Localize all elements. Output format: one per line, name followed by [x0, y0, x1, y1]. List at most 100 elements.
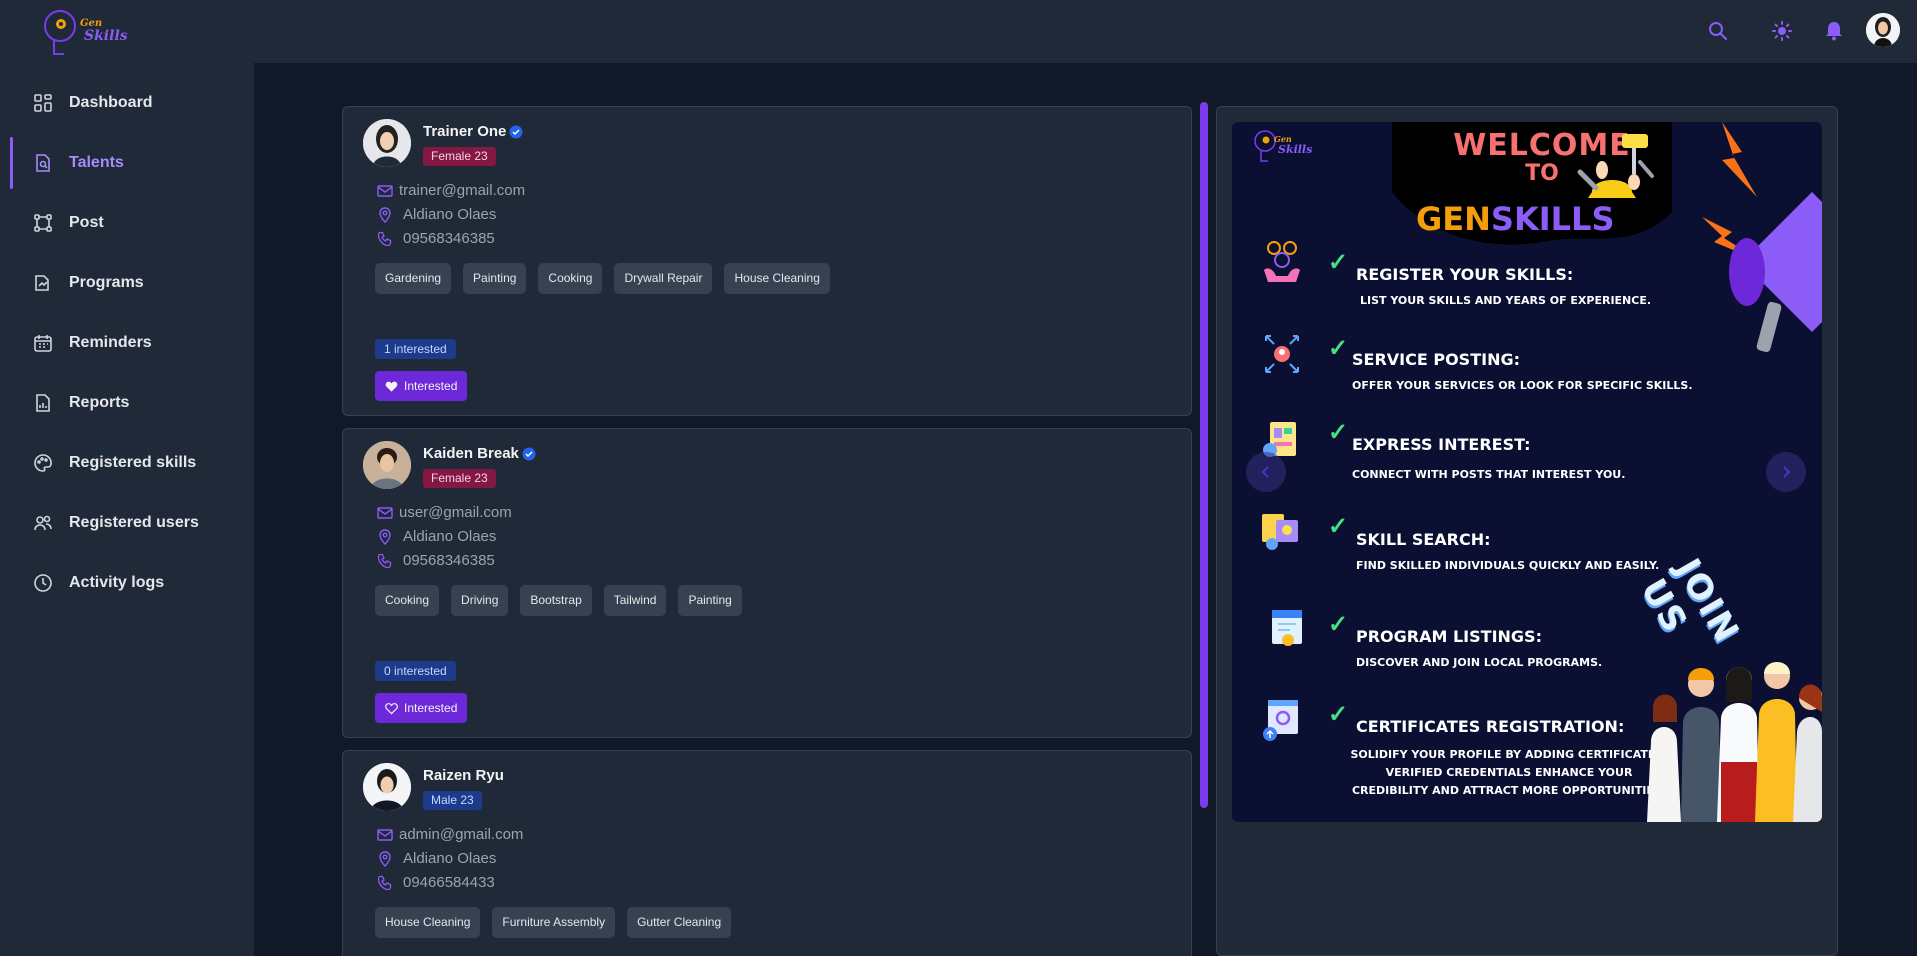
sidebar: Dashboard Talents Post Programs Reminder…: [0, 63, 254, 956]
tools-illustration: [1577, 134, 1654, 198]
location-pin-icon: [379, 206, 391, 223]
talent-name-row: Kaiden Break: [423, 445, 536, 462]
skill-tag: Gutter Cleaning: [627, 907, 732, 938]
gender-age-badge: Female 23: [423, 147, 496, 166]
carousel-next-button[interactable]: [1766, 452, 1806, 492]
talent-phone-row: 09466584433: [377, 874, 495, 891]
app-logo[interactable]: Gen Skills: [40, 4, 130, 58]
talent-avatar: [363, 119, 411, 167]
sidebar-item-reports[interactable]: Reports: [10, 377, 254, 429]
clock-icon: [34, 574, 52, 592]
carousel-prev-button[interactable]: [1246, 452, 1286, 492]
feature-description: OFFER YOUR SERVICES OR LOOK FOR SPECIFIC…: [1352, 379, 1693, 392]
interested-button-label: Interested: [404, 379, 458, 393]
sidebar-item-reminders[interactable]: Reminders: [10, 317, 254, 369]
sidebar-item-label: Programs: [69, 274, 144, 291]
skill-tag: Drywall Repair: [614, 263, 713, 294]
talents-scrollbar[interactable]: [1200, 102, 1208, 808]
user-avatar[interactable]: [1866, 13, 1900, 47]
people-illustration: [1647, 662, 1822, 822]
talent-name[interactable]: Raizen Ryu: [423, 767, 504, 784]
talent-email: admin@gmail.com: [399, 826, 524, 843]
talent-name[interactable]: Kaiden Break: [423, 445, 519, 462]
talent-card: Kaiden Break Female 23 user@gmail.com Al…: [342, 428, 1192, 738]
sidebar-item-label: Registered users: [69, 514, 199, 531]
sidebar-item-talents[interactable]: Talents: [10, 137, 254, 189]
feature-title: EXPRESS INTEREST:: [1352, 435, 1531, 454]
skill-tag: Bootstrap: [520, 585, 592, 616]
talent-name[interactable]: Trainer One: [423, 123, 506, 140]
feature-item: SKILL SEARCH: FIND SKILLED INDIVIDUALS Q…: [1356, 530, 1659, 575]
feature-description: FIND SKILLED INDIVIDUALS QUICKLY AND EAS…: [1356, 559, 1660, 572]
bell-icon[interactable]: [1821, 18, 1847, 44]
sidebar-item-label: Registered skills: [69, 454, 197, 471]
reports-icon: [36, 394, 50, 412]
feature-item: CERTIFICATES REGISTRATION: SOLIDIFY YOUR…: [1350, 717, 1668, 800]
gender-age-badge: Female 23: [423, 469, 496, 488]
skill-tag: Tailwind: [603, 585, 667, 616]
check-icon: ✓: [1328, 611, 1349, 638]
talent-email: trainer@gmail.com: [399, 182, 526, 199]
talent-email-row: trainer@gmail.com: [377, 182, 525, 199]
interested-button[interactable]: Interested: [375, 371, 468, 401]
talent-location: Aldiano Olaes: [403, 850, 497, 867]
sidebar-item-activity-logs[interactable]: Activity logs: [10, 557, 254, 609]
feature-item: REGISTER YOUR SKILLS: LIST YOUR SKILLS A…: [1356, 265, 1651, 310]
talent-location: Aldiano Olaes: [403, 206, 497, 223]
heart-outline-icon: [385, 702, 398, 714]
skills-list: Cooking Driving Bootstrap Tailwind Paint…: [375, 585, 742, 616]
interested-count-badge: 0 interested: [375, 661, 456, 681]
phone-icon: [377, 231, 392, 246]
talent-email-row: admin@gmail.com: [377, 826, 523, 843]
sidebar-item-label: Dashboard: [69, 94, 153, 111]
logo-head-icon: [1254, 130, 1276, 162]
sun-icon[interactable]: [1769, 18, 1795, 44]
feature-title: PROGRAM LISTINGS:: [1356, 627, 1542, 646]
talent-card: Trainer One Female 23 trainer@gmail.com …: [342, 106, 1192, 416]
sidebar-item-registered-users[interactable]: Registered users: [10, 497, 254, 549]
feature-title: CERTIFICATES REGISTRATION:: [1356, 717, 1625, 736]
skill-tag: House Cleaning: [724, 263, 830, 294]
banner-logo-skills: Skills: [1278, 143, 1313, 156]
heart-icon: [385, 381, 398, 392]
skill-tag: Painting: [463, 263, 527, 294]
check-icon: ✓: [1328, 249, 1349, 276]
feature-item: PROGRAM LISTINGS: DISCOVER AND JOIN LOCA…: [1356, 627, 1602, 672]
skill-search-icon: [1262, 514, 1298, 550]
location-pin-icon: [379, 850, 391, 867]
feature-title: SERVICE POSTING:: [1352, 350, 1520, 369]
certificate-upload-icon: [1263, 700, 1298, 741]
talent-location-row: Aldiano Olaes: [377, 206, 496, 223]
mail-icon: [377, 506, 393, 519]
talent-avatar: [363, 441, 411, 489]
megaphone-illustration: [1702, 122, 1822, 353]
skill-tag: Gardening: [375, 263, 452, 294]
feature-item: EXPRESS INTEREST: CONNECT WITH POSTS THA…: [1352, 435, 1625, 484]
logo-head-icon: [44, 10, 76, 55]
skills-list: House Cleaning Furniture Assembly Gutter…: [375, 907, 732, 938]
feature-description: DISCOVER AND JOIN LOCAL PROGRAMS.: [1356, 656, 1603, 669]
interested-button-label: Interested: [404, 701, 458, 715]
banner-logo: Gen Skills: [1252, 126, 1322, 166]
talent-location: Aldiano Olaes: [403, 528, 497, 545]
talent-avatar: [363, 763, 411, 811]
sidebar-item-dashboard[interactable]: Dashboard: [10, 77, 254, 129]
skills-list: Gardening Painting Cooking Drywall Repai…: [375, 263, 830, 294]
talent-phone-row: 09568346385: [377, 230, 495, 247]
phone-icon: [377, 553, 392, 568]
talents-icon: [36, 154, 50, 172]
talent-phone: 09568346385: [403, 552, 495, 569]
skill-tag: Painting: [678, 585, 742, 616]
skill-tag: Furniture Assembly: [492, 907, 616, 938]
feature-title: SKILL SEARCH:: [1356, 530, 1491, 549]
sidebar-item-post[interactable]: Post: [10, 197, 254, 249]
sidebar-item-label: Reminders: [69, 334, 152, 351]
top-bar: Gen Skills: [0, 0, 1917, 63]
verified-icon: [509, 125, 523, 138]
feature-description: CONNECT WITH POSTS THAT INTEREST YOU.: [1352, 468, 1626, 481]
sidebar-item-programs[interactable]: Programs: [10, 257, 254, 309]
search-icon[interactable]: [1705, 18, 1731, 44]
sidebar-item-registered-skills[interactable]: Registered skills: [10, 437, 254, 489]
check-icon: ✓: [1328, 701, 1349, 728]
interested-button[interactable]: Interested: [375, 693, 468, 723]
